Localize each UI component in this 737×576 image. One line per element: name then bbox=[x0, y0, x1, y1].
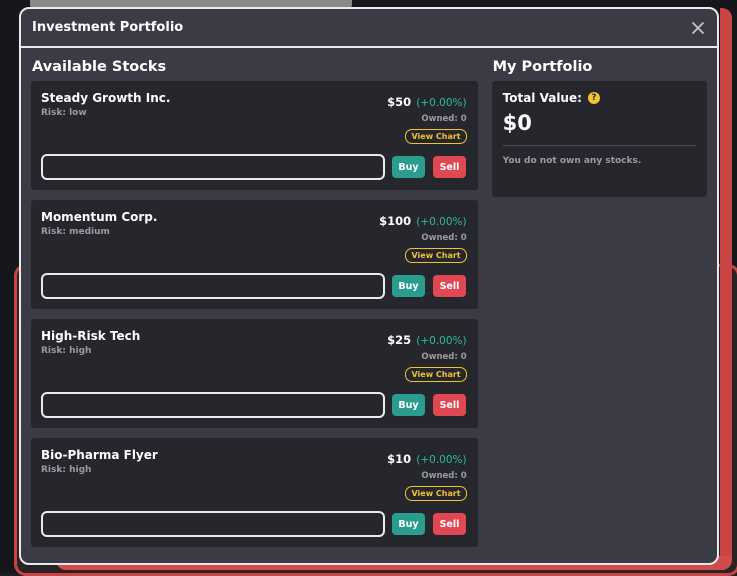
trade-row: Buy Sell bbox=[41, 392, 466, 418]
background-frame-edge bbox=[720, 8, 732, 568]
stock-price: $25 bbox=[387, 333, 412, 347]
sell-button[interactable]: Sell bbox=[433, 394, 466, 416]
stock-card: Steady Growth Inc. Risk: low $50 (+0.00%… bbox=[31, 81, 478, 190]
total-value: $0 bbox=[502, 111, 532, 135]
stock-name: Momentum Corp. bbox=[41, 210, 158, 224]
view-chart-button[interactable]: View Chart bbox=[405, 129, 467, 144]
stock-card: Bio-Pharma Flyer Risk: high $10 (+0.00%)… bbox=[31, 438, 478, 547]
stock-owned: Owned: 0 bbox=[421, 471, 467, 481]
investment-portfolio-modal: Investment Portfolio Available Stocks St… bbox=[19, 7, 719, 565]
view-chart-button[interactable]: View Chart bbox=[405, 486, 467, 501]
trade-row: Buy Sell bbox=[41, 154, 466, 180]
stock-price: $100 bbox=[379, 214, 412, 228]
stock-price: $50 bbox=[387, 95, 412, 109]
sell-button[interactable]: Sell bbox=[433, 275, 466, 297]
stock-risk: Risk: medium bbox=[41, 227, 110, 237]
stock-risk: Risk: low bbox=[41, 108, 87, 118]
trade-row: Buy Sell bbox=[41, 273, 466, 299]
available-stocks-column: Available Stocks Steady Growth Inc. Risk… bbox=[31, 58, 478, 557]
buy-button[interactable]: Buy bbox=[392, 513, 425, 535]
stock-name: High-Risk Tech bbox=[41, 329, 141, 343]
empty-portfolio-message: You do not own any stocks. bbox=[502, 156, 642, 166]
stock-name: Bio-Pharma Flyer bbox=[41, 448, 158, 462]
modal-body: Available Stocks Steady Growth Inc. Risk… bbox=[21, 48, 717, 557]
stock-owned: Owned: 0 bbox=[421, 233, 467, 243]
stock-change: (+0.00%) bbox=[416, 216, 467, 228]
stock-change: (+0.00%) bbox=[416, 454, 467, 466]
stock-change: (+0.00%) bbox=[416, 335, 467, 347]
quantity-input[interactable] bbox=[41, 392, 385, 418]
stock-owned: Owned: 0 bbox=[421, 352, 467, 362]
buy-button[interactable]: Buy bbox=[392, 275, 425, 297]
buy-button[interactable]: Buy bbox=[392, 156, 425, 178]
portfolio-summary-card: Total Value: ? $0 You do not own any sto… bbox=[491, 81, 707, 197]
help-icon[interactable]: ? bbox=[587, 92, 600, 104]
stock-card: Momentum Corp. Risk: medium $100 (+0.00%… bbox=[31, 200, 478, 309]
my-portfolio-title: My Portfolio bbox=[492, 59, 593, 75]
stock-price: $10 bbox=[387, 452, 412, 466]
stock-risk: Risk: high bbox=[41, 346, 92, 356]
stock-change: (+0.00%) bbox=[416, 97, 467, 109]
stock-name: Steady Growth Inc. bbox=[41, 91, 171, 105]
stock-owned: Owned: 0 bbox=[421, 114, 467, 124]
stock-card: High-Risk Tech Risk: high $25 (+0.00%) O… bbox=[31, 319, 478, 428]
my-portfolio-column: My Portfolio Total Value: ? $0 You do no… bbox=[491, 58, 707, 557]
modal-header: Investment Portfolio bbox=[21, 9, 717, 48]
divider bbox=[502, 145, 696, 146]
close-icon bbox=[692, 21, 704, 34]
view-chart-button[interactable]: View Chart bbox=[405, 248, 467, 263]
quantity-input[interactable] bbox=[41, 511, 385, 537]
sell-button[interactable]: Sell bbox=[433, 156, 466, 178]
quantity-input[interactable] bbox=[41, 273, 385, 299]
close-button[interactable] bbox=[689, 19, 707, 37]
modal-title: Investment Portfolio bbox=[32, 20, 184, 35]
stock-risk: Risk: high bbox=[41, 465, 92, 475]
view-chart-button[interactable]: View Chart bbox=[405, 367, 467, 382]
quantity-input[interactable] bbox=[41, 154, 385, 180]
trade-row: Buy Sell bbox=[41, 511, 466, 537]
buy-button[interactable]: Buy bbox=[392, 394, 425, 416]
sell-button[interactable]: Sell bbox=[433, 513, 466, 535]
total-value-label: Total Value: bbox=[502, 91, 582, 105]
available-stocks-title: Available Stocks bbox=[32, 59, 167, 75]
